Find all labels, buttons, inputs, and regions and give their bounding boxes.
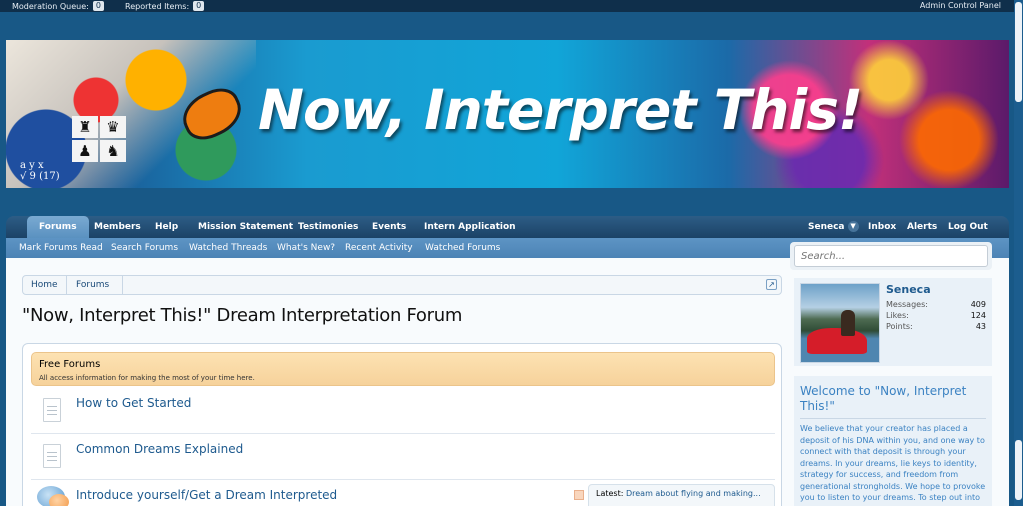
messages-stat: Messages: 409 [886, 300, 986, 309]
account-menu[interactable]: Seneca ▼ [808, 216, 859, 238]
forum-node: How to Get Started [31, 388, 775, 434]
likes-label: Likes: [886, 311, 909, 320]
tab-testimonies[interactable]: Testimonies [298, 216, 358, 238]
discussion-bubble-icon [49, 494, 69, 506]
tab-members[interactable]: Members [94, 216, 141, 238]
banner-title: Now, Interpret This! [258, 78, 863, 142]
search-forums-link[interactable]: Search Forums [111, 238, 178, 258]
reported-items-link[interactable]: Reported Items: 0 [125, 1, 205, 11]
jump-to-icon[interactable]: ↗ [766, 279, 777, 290]
welcome-heading: Welcome to "Now, Interpret This!" [800, 384, 967, 413]
forum-page-icon [43, 398, 61, 422]
forum-title[interactable]: Common Dreams Explained [76, 442, 243, 456]
tab-forums[interactable]: Forums [27, 216, 89, 238]
page-title: "Now, Interpret This!" Dream Interpretat… [22, 305, 463, 326]
points-label: Points: [886, 322, 913, 331]
account-username: Seneca [808, 222, 845, 232]
forum-title[interactable]: How to Get Started [76, 396, 191, 410]
tab-mission-statement[interactable]: Mission Statement [198, 216, 293, 238]
avatar-car [807, 328, 867, 354]
likes-value[interactable]: 124 [971, 311, 986, 320]
alerts-link[interactable]: Alerts [907, 216, 937, 238]
breadcrumb-forums[interactable]: Forums [76, 276, 109, 294]
points-stat: Points: 43 [886, 322, 986, 331]
moderation-queue-label: Moderation Queue: [12, 1, 89, 11]
breadcrumb-separator [55, 275, 67, 295]
inbox-link[interactable]: Inbox [868, 216, 896, 238]
chess-pieces-icon: ♜ ♛ ♟ ♞ [72, 116, 126, 162]
moderation-queue-link[interactable]: Moderation Queue: 0 [12, 1, 104, 11]
admin-bar: Moderation Queue: 0 Reported Items: 0 Ad… [0, 0, 1023, 12]
chevron-down-icon: ▼ [847, 221, 859, 232]
forum-node: Introduce yourself/Get a Dream Interpret… [31, 480, 775, 506]
reported-items-label: Reported Items: [125, 1, 190, 11]
divider [800, 418, 986, 419]
watched-forums-link[interactable]: Watched Forums [425, 238, 500, 258]
tab-events[interactable]: Events [372, 216, 406, 238]
latest-label: Latest: [596, 489, 624, 498]
avatar[interactable] [800, 283, 880, 363]
admin-control-panel-link[interactable]: Admin Control Panel [920, 1, 1001, 10]
reported-items-count: 0 [193, 1, 205, 11]
points-value[interactable]: 43 [976, 322, 986, 331]
welcome-body: We believe that your creator has placed … [800, 424, 986, 506]
forum-title[interactable]: Introduce yourself/Get a Dream Interpret… [76, 488, 337, 502]
main-navigation: Forums Members Help Mission Statement Te… [6, 216, 1009, 238]
watched-threads-link[interactable]: Watched Threads [189, 238, 267, 258]
forum-list: Free Forums All access information for m… [22, 343, 782, 506]
scrollbar-thumb[interactable] [1015, 2, 1022, 102]
forum-node: Common Dreams Explained [31, 434, 775, 480]
latest-post: Latest: Dream about flying and making... [588, 484, 775, 506]
welcome-block: Welcome to "Now, Interpret This!" We bel… [794, 376, 992, 506]
mark-forums-read-link[interactable]: Mark Forums Read [19, 238, 103, 258]
messages-label: Messages: [886, 300, 928, 309]
category-header[interactable]: Free Forums All access information for m… [31, 352, 775, 386]
likes-stat: Likes: 124 [886, 311, 986, 320]
tab-intern-application[interactable]: Intern Application [424, 216, 516, 238]
breadcrumb: Home Forums ↗ [22, 275, 782, 295]
banner-math: a y x √ 9 (17) [20, 160, 60, 182]
moderation-queue-count: 0 [92, 1, 104, 11]
visitor-username[interactable]: Seneca [886, 283, 931, 296]
scrollbar-thumb-secondary[interactable] [1015, 440, 1022, 500]
rss-icon[interactable] [574, 490, 584, 500]
tab-help[interactable]: Help [155, 216, 178, 238]
site-banner[interactable]: ♜ ♛ ♟ ♞ a y x √ 9 (17) Now, Interpret This! [6, 40, 1009, 188]
whats-new-link[interactable]: What's New? [277, 238, 335, 258]
category-name[interactable]: Free Forums [39, 359, 100, 370]
logout-link[interactable]: Log Out [948, 216, 988, 238]
page-scrollbar[interactable] [1014, 0, 1023, 506]
forum-page-icon [43, 444, 61, 468]
search-input[interactable] [794, 245, 988, 267]
category-description: All access information for making the mo… [39, 374, 255, 382]
breadcrumb-home[interactable]: Home [31, 276, 58, 294]
avatar-person [841, 310, 855, 336]
breadcrumb-separator [111, 275, 123, 295]
latest-post-link[interactable]: Dream about flying and making... [626, 489, 761, 498]
messages-value[interactable]: 409 [971, 300, 986, 309]
recent-activity-link[interactable]: Recent Activity [345, 238, 413, 258]
